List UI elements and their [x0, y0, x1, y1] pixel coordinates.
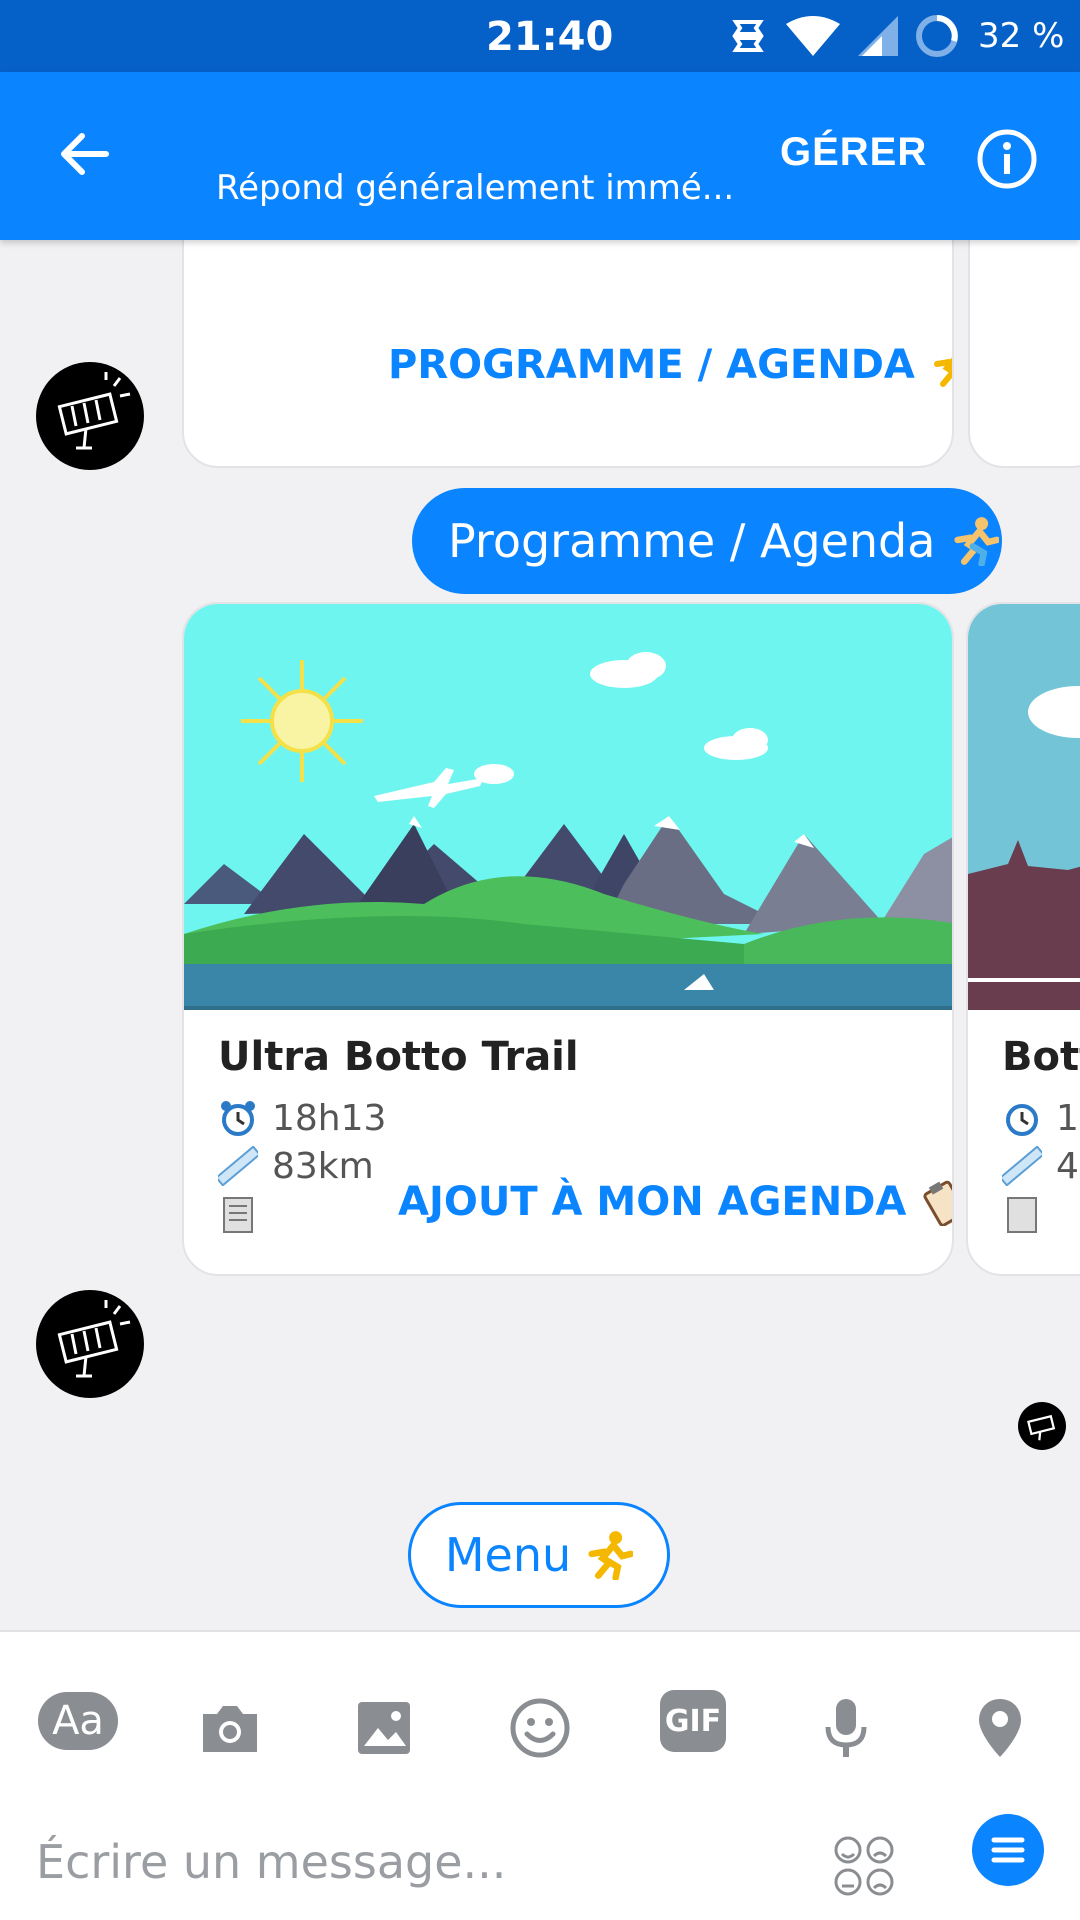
manage-button[interactable]: GÉRER — [780, 130, 927, 175]
runner-icon — [933, 357, 952, 387]
runner-icon — [588, 1531, 634, 1580]
battery-text: 32 % — [978, 16, 1065, 56]
programme-agenda-label: PROGRAMME / AGENDA — [388, 342, 915, 388]
next-event-title: Bott — [1002, 1034, 1080, 1080]
event-card[interactable]: Ultra Botto Trail 18h13 83km AJOUT À MON… — [182, 602, 954, 1276]
event-distance: 83km — [272, 1145, 374, 1187]
add-to-agenda-label: AJOUT À MON AGENDA — [398, 1179, 907, 1225]
event-time-row: 18h13 — [218, 1094, 386, 1142]
wifi-icon — [786, 16, 840, 56]
camera-icon — [203, 1706, 257, 1752]
menu-quick-reply[interactable]: Menu — [408, 1502, 670, 1608]
location-pin-icon — [979, 1699, 1021, 1757]
menu-quick-reply-label: Menu — [444, 1528, 572, 1582]
next-event-image — [968, 604, 1080, 1010]
message-thread[interactable]: PROGRAMME / AGENDA Programme / Agenda Ul… — [0, 240, 1080, 1630]
event-time: 18h13 — [272, 1097, 387, 1139]
signal-icon — [858, 16, 898, 56]
sync-icon — [732, 20, 764, 52]
read-receipt-avatar — [1018, 1402, 1066, 1450]
menu-lines-icon — [991, 1837, 1025, 1863]
alarm-clock-icon — [1006, 1104, 1038, 1136]
battery-ring-icon — [916, 15, 958, 57]
newspaper-icon — [223, 1197, 253, 1233]
add-to-agenda-button[interactable]: AJOUT À MON AGENDA — [398, 1178, 952, 1226]
previous-card: PROGRAMME / AGENDA — [182, 240, 954, 468]
info-button[interactable] — [976, 128, 1038, 190]
back-arrow-icon — [61, 133, 109, 175]
location-button[interactable] — [960, 1688, 1040, 1768]
event-title: Ultra Botto Trail — [218, 1034, 579, 1080]
bot-logo-icon — [57, 372, 131, 450]
next-event-info-row — [1002, 1190, 1042, 1238]
event-image — [184, 604, 952, 1010]
gif-button[interactable]: GIF — [660, 1690, 726, 1752]
runner-icon — [954, 517, 1000, 566]
programme-agenda-button[interactable]: PROGRAMME / AGENDA — [388, 342, 952, 388]
message-input[interactable] — [36, 1832, 796, 1892]
next-event-time-row: 1 — [1002, 1094, 1079, 1142]
previous-card-next — [968, 240, 1080, 468]
clipboard-icon — [923, 1180, 952, 1226]
voice-button[interactable] — [806, 1688, 886, 1768]
next-event-distance: 4 — [1056, 1145, 1079, 1187]
gallery-button[interactable] — [344, 1688, 424, 1768]
alarm-clock-icon — [221, 1101, 255, 1136]
emoji-faces-icon — [834, 1836, 894, 1896]
status-icons: 32 % — [726, 10, 1064, 62]
back-button[interactable] — [52, 122, 116, 186]
microphone-icon — [825, 1699, 867, 1757]
bot-logo-icon — [1027, 1414, 1056, 1441]
image-icon — [358, 1702, 410, 1754]
status-bar: 21:40 32 % — [0, 0, 1080, 72]
header-subtitle: Répond généralement immé... — [216, 168, 735, 208]
newspaper-icon — [1007, 1197, 1037, 1233]
ruler-icon — [1002, 1146, 1042, 1186]
text-format-button[interactable]: Aa — [38, 1692, 118, 1750]
emoji-button[interactable] — [500, 1688, 580, 1768]
bot-avatar[interactable] — [36, 1290, 144, 1398]
event-info-row — [218, 1190, 258, 1238]
persistent-menu-button[interactable] — [972, 1814, 1044, 1886]
bot-avatar[interactable] — [36, 362, 144, 470]
my-message-text: Programme / Agenda — [448, 514, 936, 568]
status-time: 21:40 — [486, 14, 614, 60]
conversation-header: Répond généralement immé... GÉRER — [0, 72, 1080, 240]
next-event-distance-row: 4 — [1002, 1142, 1079, 1190]
camera-button[interactable] — [190, 1688, 270, 1768]
smiley-icon — [510, 1698, 570, 1758]
event-distance-row: 83km — [218, 1142, 374, 1190]
info-icon — [977, 129, 1037, 189]
my-message-bubble[interactable]: Programme / Agenda — [412, 488, 1002, 594]
next-event-time: 1 — [1056, 1097, 1079, 1139]
ruler-icon — [218, 1146, 258, 1186]
next-event-card[interactable]: Bott 1 4 — [966, 602, 1080, 1276]
composer: Aa GIF — [0, 1630, 1080, 1920]
emoji-faces-button[interactable] — [832, 1834, 896, 1898]
bot-logo-icon — [57, 1300, 131, 1378]
